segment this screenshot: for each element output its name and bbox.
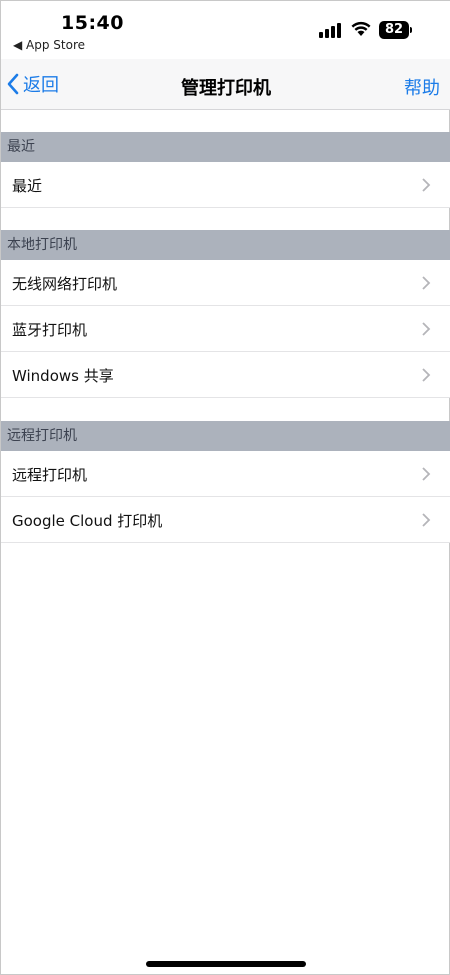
chevron-right-icon <box>422 322 431 336</box>
list-item-recent[interactable]: 最近 <box>1 162 450 208</box>
list-item-label: 远程打印机 <box>12 466 88 484</box>
list-item-wifi-printer[interactable]: 无线网络打印机 <box>1 260 450 306</box>
status-time: 15:40 <box>61 12 124 34</box>
list-item-label: 最近 <box>12 177 43 195</box>
chevron-right-icon <box>422 513 431 527</box>
list-item-label: 无线网络打印机 <box>12 275 118 293</box>
battery-tip <box>410 27 412 33</box>
section-header-local-printers: 本地打印机 <box>1 230 450 260</box>
battery-icon: 82 <box>379 21 409 39</box>
chevron-right-icon <box>422 368 431 382</box>
list-item-windows-share[interactable]: Windows 共享 <box>1 352 450 398</box>
list-item-remote-printer[interactable]: 远程打印机 <box>1 451 450 497</box>
chevron-right-icon <box>422 276 431 290</box>
status-bar: 15:40 ◀ App Store 82 <box>1 1 450 59</box>
help-button[interactable]: 帮助 <box>404 74 440 100</box>
page-title: 管理打印机 <box>181 78 271 99</box>
navigation-bar: 返回 管理打印机 帮助 <box>1 59 450 110</box>
chevron-right-icon <box>422 178 431 192</box>
home-indicator[interactable] <box>146 961 306 967</box>
app-frame: 15:40 ◀ App Store 82 返回 管理打印机 帮助 最近 最近 本… <box>0 0 450 975</box>
section-header-recent: 最近 <box>1 132 450 162</box>
wifi-icon <box>351 21 371 36</box>
list-item-label: Google Cloud 打印机 <box>12 512 163 530</box>
list-item-google-cloud-printer[interactable]: Google Cloud 打印机 <box>1 497 450 543</box>
list-item-label: 蓝牙打印机 <box>12 321 88 339</box>
section-header-remote-printers: 远程打印机 <box>1 421 450 451</box>
list-item-bluetooth-printer[interactable]: 蓝牙打印机 <box>1 306 450 352</box>
chevron-right-icon <box>422 467 431 481</box>
back-to-app-store-link[interactable]: ◀ App Store <box>13 38 85 52</box>
cellular-signal-icon <box>319 23 345 38</box>
list-item-label: Windows 共享 <box>12 367 114 385</box>
